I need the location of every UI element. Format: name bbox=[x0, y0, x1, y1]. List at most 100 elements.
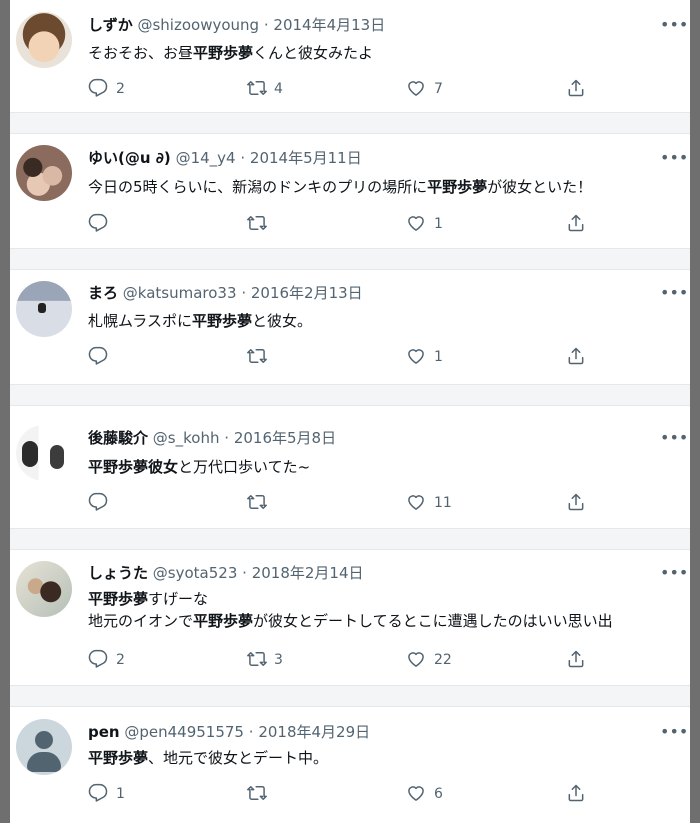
display-name[interactable]: しずか bbox=[88, 16, 133, 34]
more-icon[interactable]: ••• bbox=[660, 285, 688, 301]
reply-count: 2 bbox=[116, 652, 125, 668]
reply-button[interactable] bbox=[88, 492, 148, 514]
highlight-text: 平野歩夢彼女 bbox=[88, 458, 179, 476]
handle[interactable]: @katsumaro33 bbox=[123, 284, 237, 302]
tweet-divider bbox=[10, 248, 690, 270]
reply-button[interactable]: 2 bbox=[88, 78, 148, 100]
handle[interactable]: @s_kohh bbox=[153, 429, 220, 447]
tweet-text: 今日の5時くらいに、新潟のドンキのプリの場所に平野歩夢が彼女といた！ bbox=[88, 176, 592, 198]
highlight-text: 平野歩夢 bbox=[427, 178, 488, 196]
like-button[interactable]: 6 bbox=[406, 783, 466, 805]
handle[interactable]: @pen44951575 bbox=[124, 723, 244, 741]
display-name[interactable]: しょうた bbox=[88, 564, 148, 582]
tweet[interactable]: 後藤駿介 @s_kohh · 2016年5月8日 ••• 平野歩夢彼女と万代口歩いて… bbox=[10, 406, 690, 528]
like-count: 1 bbox=[434, 349, 443, 365]
avatar[interactable] bbox=[16, 281, 72, 337]
retweet-count: 4 bbox=[274, 81, 283, 97]
text-segment: そおそお、お昼 bbox=[88, 44, 194, 62]
tweet-text: 地元のイオンで平野歩夢が彼女とデートしてるとこに遭遇したのはいい思い出 bbox=[88, 610, 613, 632]
more-icon[interactable]: ••• bbox=[660, 430, 688, 446]
retweet-button[interactable] bbox=[246, 346, 306, 368]
handle[interactable]: @shizoowyoung bbox=[137, 16, 259, 34]
timestamp[interactable]: 2016年5月8日 bbox=[234, 429, 336, 447]
more-icon[interactable]: ••• bbox=[660, 724, 688, 740]
retweet-button[interactable]: 4 bbox=[246, 78, 306, 100]
reply-count: 1 bbox=[116, 786, 125, 802]
share-button[interactable] bbox=[566, 78, 588, 100]
like-count: 11 bbox=[434, 495, 452, 511]
tweet[interactable]: しょうた @syota523 · 2018年2月14日 ••• 平野歩夢すげーな 地元… bbox=[10, 550, 690, 685]
reply-button[interactable] bbox=[88, 346, 148, 368]
like-button[interactable]: 11 bbox=[406, 492, 466, 514]
like-count: 1 bbox=[434, 216, 443, 232]
timestamp[interactable]: 2018年4月29日 bbox=[258, 723, 370, 741]
tweet[interactable]: しずか @shizoowyoung · 2014年4月13日 ••• そおそお、お昼… bbox=[10, 0, 690, 112]
highlight-text: 平野歩夢 bbox=[193, 44, 254, 62]
share-button[interactable] bbox=[566, 492, 588, 514]
tweet-text: 札幌ムラスポに平野歩夢と彼女。 bbox=[88, 310, 312, 332]
tweet[interactable]: まろ @katsumaro33 · 2016年2月13日 ••• 札幌ムラスポに平野… bbox=[10, 270, 690, 384]
display-name[interactable]: まろ bbox=[88, 284, 118, 302]
tweet-text: 平野歩夢彼女と万代口歩いてた~ bbox=[88, 456, 310, 478]
retweet-button[interactable] bbox=[246, 783, 306, 805]
text-segment: 、地元で彼女とデート中。 bbox=[148, 749, 329, 767]
tweet-text: 平野歩夢、地元で彼女とデート中。 bbox=[88, 747, 328, 769]
text-segment: くんと彼女みたよ bbox=[253, 44, 374, 62]
share-button[interactable] bbox=[566, 649, 588, 671]
like-button[interactable]: 1 bbox=[406, 213, 466, 235]
tweet-divider bbox=[10, 384, 690, 406]
more-icon[interactable]: ••• bbox=[660, 150, 688, 166]
text-segment: 地元のイオンで bbox=[88, 612, 194, 630]
like-button[interactable]: 7 bbox=[406, 78, 466, 100]
avatar[interactable] bbox=[16, 561, 72, 617]
avatar[interactable] bbox=[16, 145, 72, 201]
retweet-button[interactable] bbox=[246, 213, 306, 235]
tweet-header: しずか @shizoowyoung · 2014年4月13日 bbox=[88, 15, 385, 35]
tweet-divider bbox=[10, 528, 690, 550]
tweet[interactable]: pen @pen44951575 · 2018年4月29日 ••• 平野歩夢、地元で… bbox=[10, 707, 690, 823]
avatar[interactable] bbox=[16, 12, 72, 68]
reply-button[interactable]: 2 bbox=[88, 649, 148, 671]
more-icon[interactable]: ••• bbox=[660, 17, 688, 33]
tweet-header: しょうた @syota523 · 2018年2月14日 bbox=[88, 563, 364, 583]
highlight-text: 平野歩夢 bbox=[191, 312, 252, 330]
more-icon[interactable]: ••• bbox=[660, 565, 688, 581]
reply-count: 2 bbox=[116, 81, 125, 97]
share-button[interactable] bbox=[566, 213, 588, 235]
tweet-divider bbox=[10, 685, 690, 707]
reply-button[interactable]: 1 bbox=[88, 783, 148, 805]
display-name[interactable]: ゆい(@u ∂) bbox=[88, 149, 171, 167]
separator-dot: · bbox=[248, 723, 254, 741]
text-segment: 今日の5時くらいに、新潟のドンキのプリの場所に bbox=[88, 178, 428, 196]
like-count: 7 bbox=[434, 81, 443, 97]
share-button[interactable] bbox=[566, 783, 588, 805]
like-count: 22 bbox=[434, 652, 452, 668]
reply-button[interactable] bbox=[88, 213, 148, 235]
tweet-text: そおそお、お昼平野歩夢くんと彼女みたよ bbox=[88, 42, 373, 64]
retweet-count: 3 bbox=[274, 652, 283, 668]
timeline: しずか @shizoowyoung · 2014年4月13日 ••• そおそお、お昼… bbox=[10, 0, 690, 823]
like-button[interactable]: 22 bbox=[406, 649, 466, 671]
display-name[interactable]: pen bbox=[88, 723, 120, 741]
text-segment: と彼女。 bbox=[251, 312, 312, 330]
timestamp[interactable]: 2016年2月13日 bbox=[251, 284, 363, 302]
share-button[interactable] bbox=[566, 346, 588, 368]
handle[interactable]: @syota523 bbox=[153, 564, 238, 582]
highlight-text: 平野歩夢 bbox=[88, 590, 149, 608]
retweet-button[interactable] bbox=[246, 492, 306, 514]
tweet-text: 平野歩夢すげーな bbox=[88, 588, 208, 610]
tweet[interactable]: ゆい(@u ∂) @14_y4 · 2014年5月11日 ••• 今日の5時くらいに… bbox=[10, 134, 690, 248]
handle[interactable]: @14_y4 bbox=[176, 149, 236, 167]
avatar[interactable] bbox=[16, 425, 72, 481]
avatar[interactable] bbox=[16, 719, 72, 775]
retweet-button[interactable]: 3 bbox=[246, 649, 306, 671]
text-segment: が彼女といた！ bbox=[487, 178, 593, 196]
timestamp[interactable]: 2014年5月11日 bbox=[250, 149, 362, 167]
timestamp[interactable]: 2014年4月13日 bbox=[273, 16, 385, 34]
highlight-text: 平野歩夢 bbox=[88, 749, 149, 767]
like-button[interactable]: 1 bbox=[406, 346, 466, 368]
display-name[interactable]: 後藤駿介 bbox=[88, 429, 148, 447]
separator-dot: · bbox=[263, 16, 269, 34]
timestamp[interactable]: 2018年2月14日 bbox=[252, 564, 364, 582]
text-segment: すげーな bbox=[148, 590, 209, 608]
